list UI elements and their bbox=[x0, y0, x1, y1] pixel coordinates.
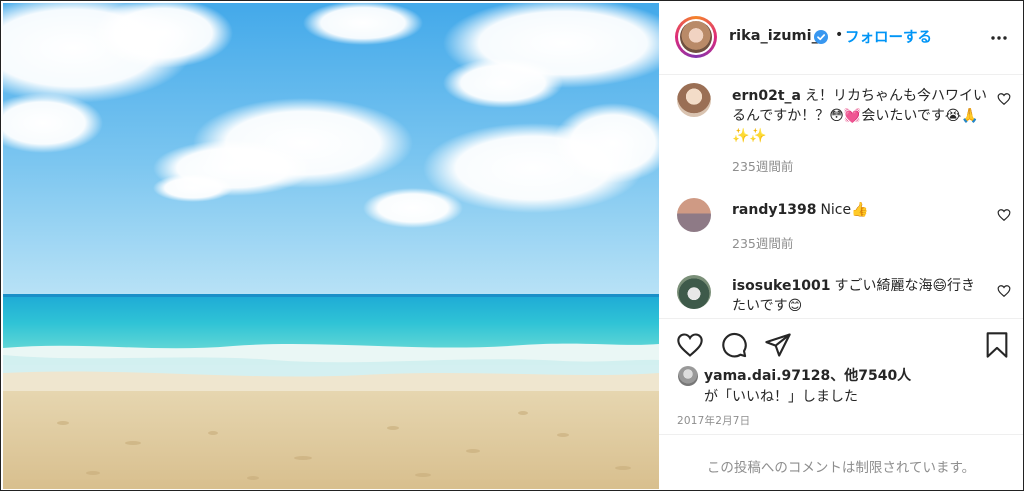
comments-list[interactable]: ern02t_a え！リカちゃんも今ハワイいるんですか！？😳💓会いたいです😭🙏✨✨… bbox=[659, 76, 1023, 318]
likes-count[interactable]: yama.dai.97128、他7540人 bbox=[704, 365, 911, 385]
post-header: rika_izumi_ • フォローする bbox=[659, 1, 1023, 75]
comment-icon[interactable] bbox=[720, 331, 748, 359]
comment-like-heart-icon[interactable] bbox=[997, 284, 1011, 298]
commenter-avatar[interactable] bbox=[677, 275, 711, 309]
follow-button[interactable]: フォローする bbox=[845, 26, 932, 47]
header-separator: • bbox=[835, 27, 844, 43]
heart-icon[interactable] bbox=[676, 331, 704, 359]
post-photo[interactable] bbox=[3, 3, 659, 489]
comment-text: randy1398 Nice👍 bbox=[732, 200, 987, 220]
comments-restricted-notice: この投稿へのコメントは制限されています。 bbox=[706, 460, 976, 476]
commenter-avatar[interactable] bbox=[677, 198, 711, 232]
comment-time[interactable]: 235週間前 bbox=[732, 233, 793, 252]
liker-avatar[interactable] bbox=[678, 366, 698, 386]
more-horizontal-icon[interactable] bbox=[989, 28, 1009, 48]
bookmark-icon[interactable] bbox=[983, 331, 1011, 359]
author-avatar[interactable] bbox=[675, 16, 717, 58]
likes-caption: が「いいね！」しました bbox=[704, 389, 858, 405]
comment-input-area: この投稿へのコメントは制限されています。 bbox=[659, 434, 1023, 490]
commenter-avatar[interactable] bbox=[677, 83, 711, 117]
comment-username[interactable]: ern02t_a bbox=[732, 88, 801, 104]
instagram-post: rika_izumi_ • フォローする ern02t_a え！リカちゃんも今ハワ… bbox=[0, 0, 1024, 491]
comment-text: ern02t_a え！リカちゃんも今ハワイいるんですか！？😳💓会いたいです😭🙏✨✨ bbox=[732, 86, 987, 146]
comment-username[interactable]: randy1398 bbox=[732, 202, 816, 218]
comment-text: isosuke1001 すごい綺麗な海😄行きたいです😊 bbox=[732, 276, 987, 316]
likes-summary: yama.dai.97128、他7540人 が「いいね！」しました bbox=[659, 363, 1023, 411]
comment-time[interactable]: 235週間前 bbox=[732, 156, 793, 175]
comment-like-heart-icon[interactable] bbox=[997, 208, 1011, 222]
beach-photo bbox=[3, 3, 659, 489]
post-side-panel: rika_izumi_ • フォローする ern02t_a え！リカちゃんも今ハワ… bbox=[659, 1, 1023, 490]
comment-body: Nice👍 bbox=[820, 202, 869, 218]
verified-badge-icon bbox=[814, 30, 828, 44]
post-date[interactable]: 2017年2月7日 bbox=[677, 413, 750, 428]
share-icon[interactable] bbox=[764, 331, 792, 359]
comment-username[interactable]: isosuke1001 bbox=[732, 278, 830, 294]
author-username[interactable]: rika_izumi_ bbox=[729, 28, 819, 44]
comment-like-heart-icon[interactable] bbox=[997, 92, 1011, 106]
